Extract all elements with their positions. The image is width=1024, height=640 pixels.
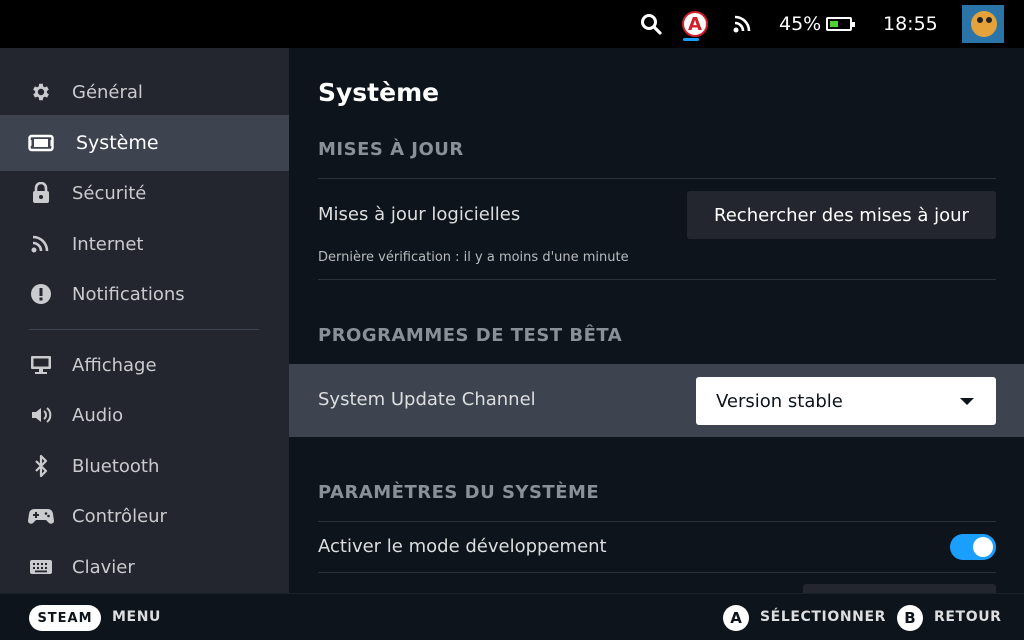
dev-mode-toggle[interactable] — [950, 534, 996, 560]
divider — [318, 178, 996, 179]
dropdown-selected-value: Version stable — [716, 390, 843, 412]
system-icon — [28, 130, 54, 156]
dev-mode-label: Activer le mode développement — [318, 536, 607, 557]
section-heading-beta: PROGRAMMES DE TEST BÊTA — [318, 325, 623, 346]
sidebar-item-label: Clavier — [72, 556, 135, 578]
update-channel-dropdown[interactable]: Version stable — [696, 377, 996, 425]
sidebar-item-label: Notifications — [72, 283, 185, 305]
divider — [318, 572, 996, 573]
section-heading-system-settings: PARAMÈTRES DU SYSTÈME — [318, 482, 600, 503]
steam-button[interactable]: STEAM — [29, 605, 101, 631]
battery-fill — [830, 21, 838, 27]
sidebar-item-label: Sécurité — [72, 182, 147, 204]
back-hint-label: RETOUR — [934, 609, 1002, 625]
sidebar-item-label: Affichage — [72, 354, 157, 376]
toggle-knob — [973, 537, 993, 557]
sidebar-item-system[interactable]: Système — [0, 115, 289, 171]
top-status-bar: A 45% 18:55 — [0, 0, 1024, 48]
battery-icon — [826, 0, 855, 48]
sidebar-divider — [29, 329, 259, 330]
a-button-glyph[interactable]: A — [723, 605, 749, 631]
wifi-icon — [28, 231, 54, 257]
b-button-glyph[interactable]: B — [897, 605, 923, 631]
notification-a-icon[interactable]: A — [682, 0, 708, 48]
section-heading-updates: MISES À JOUR — [318, 139, 464, 160]
partial-button[interactable] — [803, 584, 996, 593]
page-title: Système — [318, 78, 440, 107]
monitor-icon — [28, 352, 54, 378]
last-check-text: Dernière vérification : il y a moins d'u… — [318, 250, 629, 265]
gamepad-icon — [28, 503, 54, 529]
lock-icon — [28, 180, 54, 206]
software-updates-label: Mises à jour logicielles — [318, 204, 521, 225]
wifi-icon — [732, 0, 754, 48]
battery-percent: 45% — [779, 13, 822, 35]
bottom-hint-bar: STEAM MENU A SÉLECTIONNER B RETOUR — [0, 593, 1024, 640]
active-indicator — [683, 38, 699, 41]
sidebar-item-internet[interactable]: Internet — [0, 219, 289, 269]
search-icon[interactable] — [640, 0, 662, 48]
settings-content: Système MISES À JOUR Mises à jour logici… — [289, 48, 1024, 593]
sidebar-item-security[interactable]: Sécurité — [0, 168, 289, 218]
sidebar-item-label: Contrôleur — [72, 505, 167, 527]
keyboard-icon — [28, 554, 54, 580]
check-updates-button[interactable]: Rechercher des mises à jour — [687, 191, 996, 239]
sidebar-item-controller[interactable]: Contrôleur — [0, 491, 289, 541]
avatar[interactable] — [962, 0, 1004, 48]
a-badge: A — [682, 11, 708, 37]
bluetooth-icon — [28, 453, 54, 479]
speaker-icon — [28, 402, 54, 428]
sidebar-item-bluetooth[interactable]: Bluetooth — [0, 441, 289, 491]
divider — [318, 279, 996, 280]
sidebar-item-label: Système — [76, 132, 159, 154]
sidebar-item-label: Général — [72, 81, 143, 103]
settings-sidebar: Général Système Sécurité Internet Notifi… — [0, 48, 289, 593]
select-hint-label: SÉLECTIONNER — [760, 609, 887, 625]
chevron-down-icon — [960, 398, 974, 405]
update-channel-label: System Update Channel — [318, 389, 536, 410]
sidebar-item-keyboard[interactable]: Clavier — [0, 542, 289, 592]
sidebar-item-label: Audio — [72, 404, 124, 426]
sidebar-item-audio[interactable]: Audio — [0, 390, 289, 440]
menu-hint-label: MENU — [112, 609, 161, 625]
sidebar-item-notifications[interactable]: Notifications — [0, 269, 289, 319]
divider — [318, 521, 996, 522]
clock: 18:55 — [883, 13, 938, 35]
alert-icon — [28, 281, 54, 307]
sidebar-item-display[interactable]: Affichage — [0, 340, 289, 390]
sidebar-item-general[interactable]: Général — [0, 67, 289, 117]
gear-icon — [28, 79, 54, 105]
sidebar-item-label: Internet — [72, 233, 144, 255]
sidebar-item-label: Bluetooth — [72, 455, 160, 477]
